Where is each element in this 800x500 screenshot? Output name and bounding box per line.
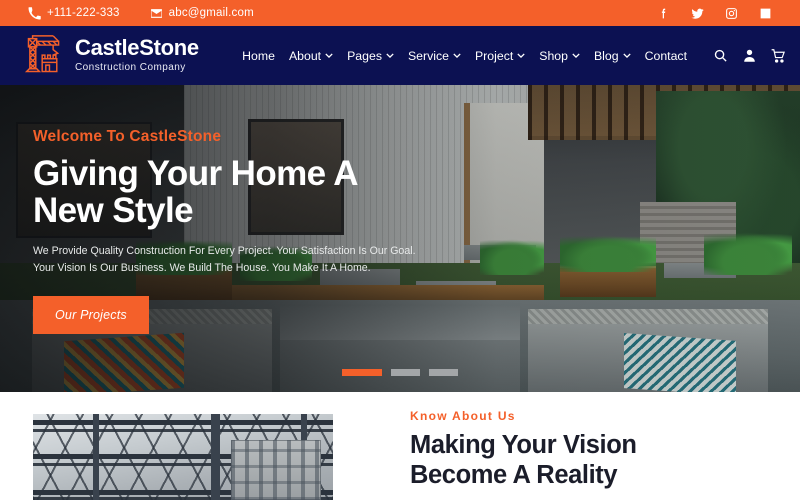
nav-label-service: Service: [407, 48, 449, 63]
nav-item-pages[interactable]: Pages: [347, 49, 394, 63]
chevron-down-icon: [386, 53, 394, 58]
nav-label-blog: Blog: [593, 48, 619, 63]
hero-desc-line-2: Your Vision Is Our Business. We Build Th…: [33, 262, 371, 275]
phone-number: +111-222-333: [47, 7, 120, 19]
chevron-down-icon: [622, 53, 631, 58]
crane-icon: [22, 34, 66, 77]
hero-content: Welcome To CastleStone Giving Your Home …: [33, 128, 463, 334]
cart-icon[interactable]: [771, 48, 786, 63]
about-title-line-1: Making Your Vision: [410, 431, 637, 459]
hero-slider: Welcome To CastleStone Giving Your Home …: [0, 85, 800, 392]
top-contact-bar: +111-222-333 abc@gmail.com: [0, 0, 800, 26]
about-image: [33, 414, 333, 500]
nav-label-home: Home: [242, 48, 275, 63]
about-section: 25 Know About Us Making Your Vision Beco…: [0, 392, 800, 500]
nav-item-blog[interactable]: Blog: [594, 49, 631, 63]
hero-description: We Provide Quality Construction For Ever…: [33, 243, 433, 277]
nav-item-project[interactable]: Project: [475, 49, 525, 63]
facebook-icon[interactable]: [657, 7, 670, 20]
nav-label-pages: Pages: [347, 48, 382, 63]
instagram-icon[interactable]: [725, 7, 738, 20]
chevron-down-icon: [517, 53, 525, 58]
nav-item-about[interactable]: About: [289, 49, 333, 63]
twitter-icon[interactable]: [691, 7, 704, 20]
hero-desc-line-1: We Provide Quality Construction For Ever…: [33, 245, 416, 258]
chevron-down-icon: [325, 53, 333, 58]
landing-page: +111-222-333 abc@gmail.com CastleStone C…: [0, 0, 800, 500]
envelope-icon: [150, 7, 163, 20]
nav-item-contact[interactable]: Contact: [645, 49, 687, 63]
email-address: abc@gmail.com: [168, 7, 254, 19]
about-title: Making Your Vision Become A Reality: [410, 430, 780, 490]
site-header: CastleStone Construction Company Home Ab…: [0, 26, 800, 85]
nav-item-home[interactable]: Home: [242, 49, 275, 63]
slider-dot-3[interactable]: [429, 369, 458, 376]
user-icon[interactable]: [742, 48, 757, 63]
chevron-down-icon: [572, 53, 580, 58]
linkedin-icon[interactable]: [759, 7, 772, 20]
brand-tagline: Construction Company: [75, 61, 186, 73]
social-links: [657, 7, 786, 20]
nav-label-shop: Shop: [539, 48, 568, 63]
nav-item-shop[interactable]: Shop: [539, 49, 580, 63]
brand-name: CastleStone: [75, 35, 199, 61]
chevron-down-icon: [453, 53, 461, 58]
phone-icon: [28, 6, 41, 20]
search-icon[interactable]: [713, 48, 728, 63]
main-navigation: Home About Pages Service Project Shop Bl…: [242, 48, 786, 63]
email-contact[interactable]: abc@gmail.com: [150, 7, 254, 20]
nav-label-contact: Contact: [644, 48, 687, 63]
brand-text: CastleStone Construction Company: [75, 37, 199, 74]
nav-label-project: Project: [474, 48, 514, 63]
hero-title: Giving Your Home A New Style: [33, 155, 463, 229]
about-title-line-2: Become A Reality: [410, 461, 618, 490]
hero-title-line-2: New Style: [33, 191, 194, 231]
slider-dot-2[interactable]: [391, 369, 420, 376]
slider-dot-1[interactable]: [342, 369, 382, 376]
nav-label-about: About: [288, 48, 322, 63]
slider-pagination: [342, 369, 458, 376]
about-text-block: Know About Us Making Your Vision Become …: [410, 409, 780, 490]
phone-contact[interactable]: +111-222-333: [28, 6, 120, 20]
header-action-icons: [713, 48, 786, 63]
hero-eyebrow: Welcome To CastleStone: [33, 128, 222, 145]
hero-title-line-1: Giving Your Home A: [33, 154, 359, 193]
our-projects-button[interactable]: Our Projects: [33, 295, 149, 334]
brand-logo-link[interactable]: CastleStone Construction Company: [22, 34, 199, 77]
nav-item-service[interactable]: Service: [408, 49, 461, 63]
about-eyebrow: Know About Us: [410, 409, 516, 423]
